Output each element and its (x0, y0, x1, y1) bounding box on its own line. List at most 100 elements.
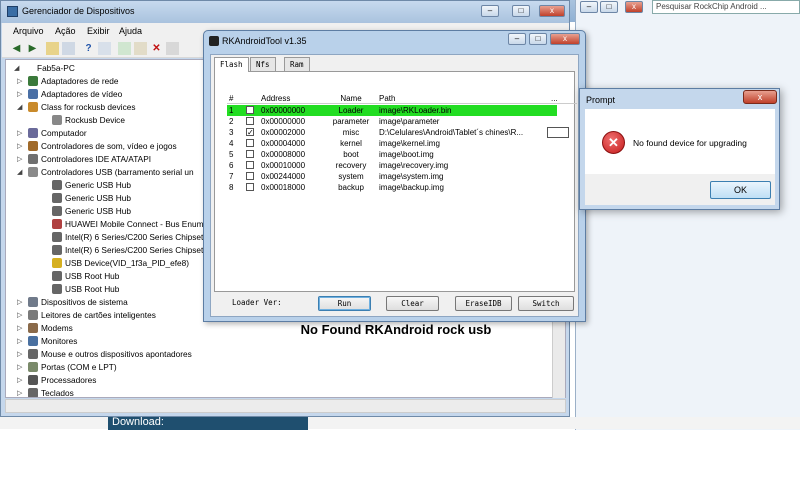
row-checkbox[interactable] (246, 117, 254, 125)
update-driver-icon[interactable] (134, 42, 147, 55)
tree-item[interactable]: ▷ Adaptadores de vídeo (17, 88, 122, 101)
tree-item[interactable]: ◢ Controladores USB (barramento serial un (17, 166, 194, 179)
tree-item[interactable]: ▷ Monitores (17, 335, 77, 348)
tree-item[interactable]: Generic USB Hub (52, 205, 131, 218)
tree-item[interactable]: ▷ Processadores (17, 374, 96, 387)
dm-close-icon[interactable]: x (539, 5, 565, 17)
device-icon (28, 388, 38, 397)
tree-item[interactable]: ▷ Controladores de som, vídeo e jogos (17, 140, 177, 153)
expander-icon[interactable]: ▷ (17, 322, 22, 335)
horizontal-scrollbar[interactable] (5, 399, 566, 413)
help-icon[interactable]: ? (82, 42, 95, 55)
expander-icon[interactable]: ▷ (17, 127, 22, 140)
minimize-icon[interactable]: – (580, 1, 598, 13)
close-icon[interactable]: x (625, 1, 643, 13)
tree-item[interactable]: ▷ Portas (COM e LPT) (17, 361, 117, 374)
tree-item[interactable]: Intel(R) 6 Series/C200 Series Chipset (52, 244, 203, 257)
row-checkbox[interactable] (246, 183, 254, 191)
expander-icon[interactable]: ▷ (17, 75, 22, 88)
col-check-header (243, 93, 257, 104)
table-row[interactable]: 2 0x00000000 parameter image\parameter (227, 116, 557, 127)
uninstall-icon[interactable]: ✕ (150, 42, 163, 55)
tree-item[interactable]: ◢ Fab5a-PC (14, 62, 75, 75)
tree-item[interactable]: Generic USB Hub (52, 192, 131, 205)
ok-button[interactable]: OK (710, 181, 771, 199)
tree-item-label: Modems (41, 323, 73, 333)
row-checkbox[interactable] (246, 139, 254, 147)
table-row[interactable]: 3 0x00002000 misc D:\Celulares\Android\Tabl… (227, 127, 557, 138)
tree-item[interactable]: Rockusb Device (52, 114, 125, 127)
tree-item[interactable]: USB Device(VID_1f3a_PID_efe8) (52, 257, 189, 270)
table-row[interactable]: 5 0x00008000 boot image\boot.img (227, 149, 557, 160)
expander-icon[interactable]: ◢ (14, 62, 19, 75)
erase-idb-button[interactable]: EraseIDB (455, 296, 512, 311)
row-checkbox[interactable] (246, 161, 254, 169)
tree-item[interactable]: HUAWEI Mobile Connect - Bus Enum (52, 218, 203, 231)
expander-icon[interactable]: ▷ (17, 335, 22, 348)
disable-icon[interactable] (166, 42, 179, 55)
expander-icon[interactable]: ◢ (17, 166, 22, 179)
scan-hardware-icon[interactable] (118, 42, 131, 55)
tree-item[interactable]: USB Root Hub (52, 270, 119, 283)
expander-icon[interactable]: ▷ (17, 361, 22, 374)
switch-button[interactable]: Switch (518, 296, 574, 311)
tree-item[interactable]: ▷ Dispositivos de sistema (17, 296, 128, 309)
clear-button[interactable]: Clear (386, 296, 439, 311)
forward-icon[interactable]: ▶ (26, 42, 39, 55)
tree-item[interactable]: ▷ Controladores IDE ATA/ATAPI (17, 153, 151, 166)
rk-minimize-icon[interactable]: – (508, 33, 526, 45)
menu-ajuda[interactable]: Ajuda (119, 26, 142, 36)
back-icon[interactable]: ◀ (10, 42, 23, 55)
tree-item[interactable]: ▷ Computador (17, 127, 87, 140)
tree-item[interactable]: ▷ Mouse e outros dispositivos apontadores (17, 348, 192, 361)
tree-item[interactable]: Generic USB Hub (52, 179, 131, 192)
properties-icon[interactable] (62, 42, 75, 55)
menu-exibir[interactable]: Exibir (87, 26, 110, 36)
table-row[interactable]: 1 0x00000000 Loader image\RKLoader.bin (227, 105, 557, 116)
expander-icon[interactable]: ▷ (17, 296, 22, 309)
tab-nfs[interactable]: Nfs (250, 57, 276, 71)
expander-icon[interactable]: ▷ (17, 153, 22, 166)
row-checkbox[interactable] (246, 172, 254, 180)
tab-flash[interactable]: Flash (214, 57, 249, 72)
table-row[interactable]: 7 0x00244000 system image\system.img (227, 171, 557, 182)
table-row[interactable]: 4 0x00004000 kernel image\kernel.img (227, 138, 557, 149)
prompt-title: Prompt (586, 95, 616, 105)
col-num-header: # (229, 94, 234, 103)
maximize-icon[interactable]: □ (600, 1, 618, 13)
run-button[interactable]: Run (318, 296, 371, 311)
tree-item[interactable]: ▷ Modems (17, 322, 73, 335)
row-checkbox[interactable] (246, 150, 254, 158)
tree-item[interactable]: ▷ Teclados (17, 387, 74, 397)
tree-item-label: Leitores de cartões inteligentes (41, 310, 156, 320)
expander-icon[interactable]: ▷ (17, 348, 22, 361)
view-icon[interactable] (98, 42, 111, 55)
menu-acao[interactable]: Ação (55, 26, 76, 36)
expander-icon[interactable]: ▷ (17, 309, 22, 322)
row-checkbox[interactable] (246, 106, 254, 114)
tree-item[interactable]: ◢ Class for rockusb devices (17, 101, 136, 114)
table-row[interactable]: 6 0x00010000 recovery image\recovery.img (227, 160, 557, 171)
browser-search-input[interactable]: Pesquisar RockChip Android ... (652, 0, 800, 14)
tab-ram[interactable]: Ram (284, 57, 310, 71)
rk-close-icon[interactable]: x (550, 33, 580, 45)
expander-icon[interactable]: ▷ (17, 374, 22, 387)
table-row[interactable]: 8 0x00018000 backup image\backup.img (227, 182, 557, 193)
dm-minimize-icon[interactable]: – (481, 5, 499, 17)
menu-arquivo[interactable]: Arquivo (13, 26, 44, 36)
expander-icon[interactable]: ▷ (17, 387, 22, 397)
expander-icon[interactable]: ▷ (17, 140, 22, 153)
tree-item[interactable]: ▷ Adaptadores de rede (17, 75, 119, 88)
expander-icon[interactable]: ▷ (17, 88, 22, 101)
row-number: 3 (229, 128, 234, 137)
row-checkbox[interactable]: ✓ (246, 128, 254, 137)
dm-maximize-icon[interactable]: □ (512, 5, 530, 17)
tree-item[interactable]: Intel(R) 6 Series/C200 Series Chipset (52, 231, 203, 244)
tree-item[interactable]: USB Root Hub (52, 283, 119, 296)
expander-icon[interactable]: ◢ (17, 101, 22, 114)
rk-maximize-icon[interactable]: □ (529, 33, 547, 45)
download-banner[interactable]: Download: (108, 416, 308, 430)
folder-icon[interactable] (46, 42, 59, 55)
prompt-close-icon[interactable]: x (743, 90, 777, 104)
tree-item[interactable]: ▷ Leitores de cartões inteligentes (17, 309, 156, 322)
